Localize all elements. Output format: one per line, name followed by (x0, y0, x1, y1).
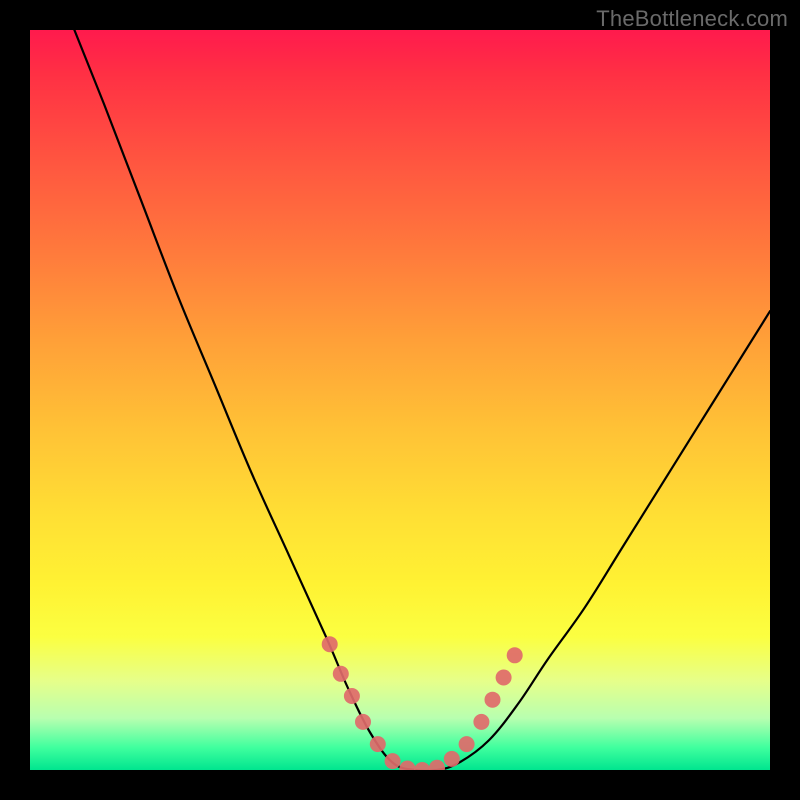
curve-marker-dot (414, 762, 430, 770)
curve-marker-dot (507, 647, 523, 663)
chart-plot-area (30, 30, 770, 770)
curve-marker-dot (444, 751, 460, 767)
curve-marker-dot (322, 636, 338, 652)
curve-marker-dot (385, 753, 401, 769)
curve-marker-dot (496, 670, 512, 686)
curve-marker-dot (344, 688, 360, 704)
curve-marker-dot (429, 760, 445, 770)
curve-marker-dot (333, 666, 349, 682)
curve-marker-dot (399, 761, 415, 771)
curve-marker-dot (459, 736, 475, 752)
bottleneck-curve-line (74, 30, 770, 770)
bottleneck-curve-svg (30, 30, 770, 770)
curve-marker-dot (473, 714, 489, 730)
curve-marker-dot (370, 736, 386, 752)
curve-marker-dot (485, 692, 501, 708)
curve-markers (322, 636, 523, 770)
curve-marker-dot (355, 714, 371, 730)
watermark-text: TheBottleneck.com (596, 6, 788, 32)
